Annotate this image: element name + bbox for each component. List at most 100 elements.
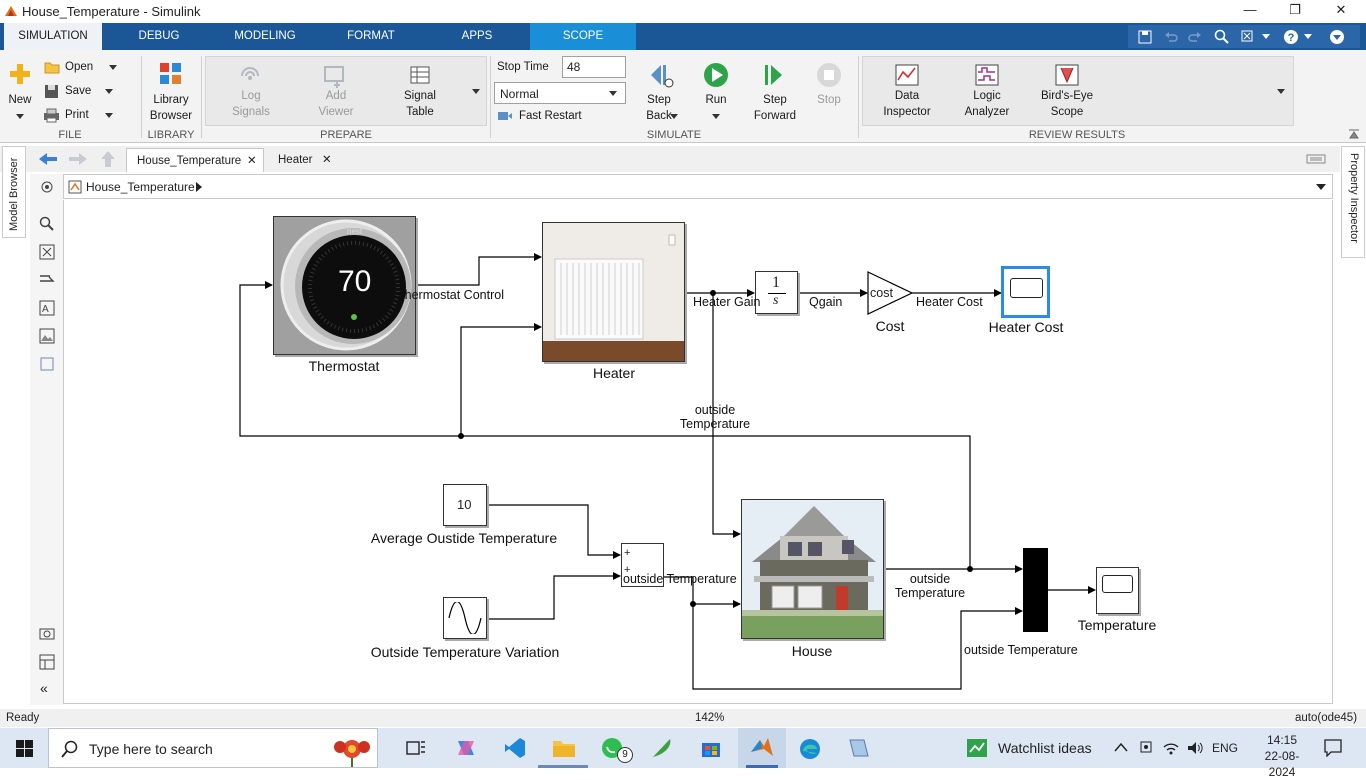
area-icon[interactable] (39, 356, 55, 372)
tab-apps[interactable]: APPS (450, 23, 504, 50)
search-icon[interactable] (1214, 29, 1230, 45)
zoom-level[interactable]: 142% (695, 712, 724, 724)
windows-start-icon[interactable] (16, 740, 33, 757)
vscode-icon[interactable] (504, 737, 526, 759)
constant-block[interactable]: 10 (443, 484, 487, 526)
matlab-taskbar-button[interactable] (738, 728, 786, 768)
redo-icon[interactable] (1188, 30, 1202, 44)
house-block[interactable] (741, 499, 884, 639)
chevron-down-icon[interactable] (472, 89, 480, 94)
microsoft-store-icon[interactable] (700, 737, 722, 759)
diagram-canvas[interactable]: 70 nest Thermostat Heater 1 s cost Cost … (63, 200, 1333, 704)
chevron-down-icon[interactable] (16, 114, 24, 119)
signal-thermostat-control[interactable] (416, 253, 542, 286)
heater-cost-scope-block[interactable] (1001, 266, 1050, 318)
signal-table-button[interactable]: Signal Table (394, 88, 446, 120)
tab-debug[interactable]: DEBUG (122, 23, 196, 50)
chevron-down-icon[interactable] (105, 89, 113, 94)
chevron-right-icon[interactable] (196, 182, 202, 192)
task-view-icon[interactable] (406, 739, 426, 757)
zoom-icon[interactable] (39, 216, 55, 232)
solver-status[interactable]: auto(ode45) (1295, 712, 1357, 724)
help-icon[interactable]: ? (1282, 28, 1300, 46)
new-icon[interactable] (8, 62, 32, 86)
image-icon[interactable] (39, 328, 55, 344)
tab-scope[interactable]: SCOPE (530, 23, 636, 50)
up-arrow-icon[interactable] (100, 150, 116, 168)
new-button[interactable]: New (0, 92, 40, 108)
chevron-up-icon[interactable] (1114, 742, 1128, 752)
camera-icon[interactable] (1138, 739, 1154, 757)
step-back-button[interactable]: Step Back (636, 92, 682, 124)
minimize-button[interactable]: — (1230, 2, 1270, 20)
signal-feedback-to-heater[interactable] (460, 323, 542, 436)
copilot-icon[interactable] (454, 737, 478, 759)
tab-modeling[interactable]: MODELING (222, 23, 308, 50)
notepad-icon[interactable] (846, 737, 870, 759)
model-browser-tab[interactable]: Model Browser (2, 146, 26, 238)
property-inspector-tab[interactable]: Property Inspector (1341, 146, 1365, 258)
fast-restart-button[interactable]: Fast Restart (519, 108, 582, 124)
breadcrumb-item[interactable]: House_Temperature (86, 180, 195, 194)
chevron-down-icon[interactable] (1277, 89, 1285, 94)
notification-icon[interactable] (1324, 739, 1342, 757)
print-button[interactable]: Print (65, 107, 89, 123)
integrator-block[interactable]: 1 s (755, 271, 798, 314)
chevron-down-icon[interactable] (1304, 34, 1312, 40)
close-icon[interactable]: ✕ (247, 149, 257, 173)
heater-block[interactable] (542, 222, 685, 362)
tab-format[interactable]: FORMAT (336, 23, 406, 50)
back-arrow-icon[interactable] (38, 152, 58, 166)
wifi-icon[interactable] (1162, 739, 1180, 757)
restore-button[interactable]: ❐ (1275, 2, 1315, 20)
stop-button[interactable]: Stop (810, 92, 848, 108)
thermostat-block[interactable]: 70 nest (273, 216, 416, 355)
collapse-toolstrip-icon[interactable] (1348, 128, 1360, 140)
feather-app-icon[interactable] (650, 736, 674, 760)
data-inspector-button[interactable]: Data Inspector (877, 88, 937, 120)
doc-tab-house-temperature[interactable]: House_Temperature ✕ (126, 148, 264, 172)
add-viewer-button[interactable]: Add Viewer (310, 88, 362, 120)
birds-eye-scope-button[interactable]: Bird's-Eye Scope (1030, 88, 1104, 120)
save-button[interactable]: Save (65, 83, 91, 99)
chevron-down-icon[interactable] (1316, 184, 1326, 190)
edge-browser-icon[interactable] (798, 737, 822, 761)
close-button[interactable]: ✕ (1321, 2, 1361, 20)
volume-icon[interactable] (1186, 739, 1204, 757)
temperature-scope-block[interactable] (1096, 567, 1139, 614)
keyboard-icon[interactable] (1306, 154, 1326, 164)
annotation-icon[interactable]: A (39, 300, 55, 316)
chevron-down-icon[interactable] (670, 114, 678, 119)
doc-tab-heater[interactable]: Heater ✕ (268, 148, 338, 172)
clock[interactable]: 14:15 22-08-2024 (1252, 732, 1312, 780)
chevron-down-icon[interactable] (712, 114, 720, 119)
signal-sine[interactable] (487, 572, 621, 620)
undo-icon[interactable] (1164, 30, 1178, 44)
fit-to-view-icon[interactable] (39, 244, 55, 260)
save-icon[interactable] (1138, 30, 1152, 44)
sine-wave-block[interactable] (443, 597, 487, 639)
model-data-icon[interactable] (39, 654, 55, 670)
stop-time-input[interactable]: 48 (562, 56, 626, 78)
chevron-down-icon[interactable] (109, 65, 117, 70)
collapse-ribbon-icon[interactable] (1328, 28, 1346, 46)
forward-arrow-icon[interactable] (68, 152, 88, 166)
arrow-right-icon[interactable] (39, 272, 55, 286)
community-icon[interactable] (1240, 29, 1256, 45)
camera-icon[interactable] (39, 626, 55, 640)
collapse-palette-icon[interactable]: « (40, 680, 48, 696)
open-button[interactable]: Open (65, 59, 93, 75)
step-forward-button[interactable]: Step Forward (748, 92, 802, 124)
chevron-down-icon[interactable] (1262, 34, 1270, 40)
file-explorer-icon[interactable] (552, 738, 576, 758)
chevron-down-icon[interactable] (105, 113, 113, 118)
run-button[interactable]: Run (698, 92, 734, 108)
library-browser-button[interactable]: Library Browser (145, 92, 197, 124)
taskbar-search-box[interactable]: Type here to search (48, 728, 378, 768)
simulation-mode-select[interactable]: Normal (494, 82, 626, 104)
mux-block[interactable] (1023, 548, 1048, 632)
tab-simulation[interactable]: SIMULATION (4, 23, 102, 50)
hide-explorer-icon[interactable] (40, 180, 54, 194)
language-indicator[interactable]: ENG (1212, 741, 1238, 755)
log-signals-button[interactable]: Log Signals (225, 88, 277, 120)
